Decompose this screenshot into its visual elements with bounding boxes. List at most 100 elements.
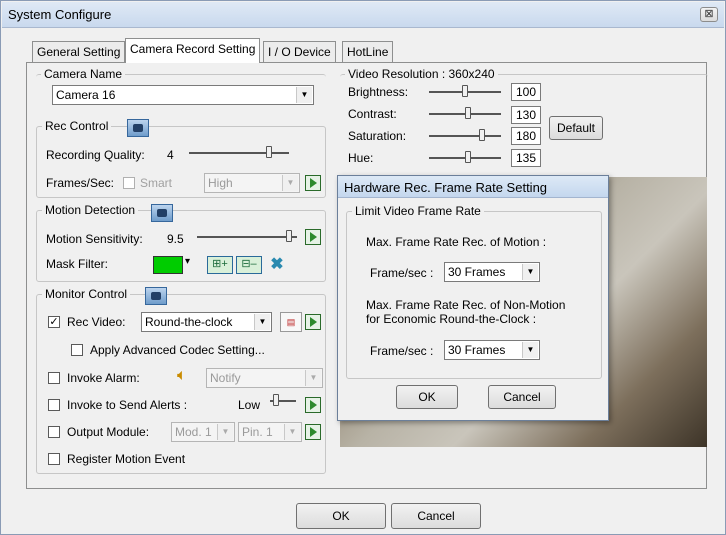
slider-thumb[interactable]	[273, 394, 279, 406]
invoke-alarm-checkbox[interactable]	[48, 372, 60, 384]
monitor-control-legend: Monitor Control	[42, 287, 131, 301]
frames-sec-label: Frames/Sec:	[46, 176, 115, 190]
module-value: Mod. 1	[175, 425, 212, 439]
frames-sec-select[interactable]: High ▼	[204, 173, 300, 193]
slider-thumb[interactable]	[479, 129, 485, 141]
contrast-slider[interactable]	[429, 107, 501, 121]
saturation-slider[interactable]	[429, 129, 501, 143]
slider-thumb[interactable]	[465, 107, 471, 119]
slider-thumb[interactable]	[462, 85, 468, 97]
pin-select[interactable]: Pin. 1 ▼	[238, 422, 302, 442]
send-alerts-play-icon[interactable]	[305, 397, 321, 413]
add-mask-icon[interactable]: ⊞+	[207, 256, 233, 274]
dialog-ok-button[interactable]: OK	[396, 385, 458, 409]
smart-label: Smart	[140, 176, 173, 190]
hue-slider[interactable]	[429, 151, 501, 165]
motion-fps-select[interactable]: 30 Frames ▼	[444, 262, 540, 282]
title-bar: System Configure ⊠	[2, 2, 724, 28]
chevron-down-icon: ▼	[254, 314, 270, 330]
motion-frame-rate-label: Max. Frame Rate Rec. of Motion :	[366, 235, 547, 249]
close-icon[interactable]: ⊠	[700, 7, 718, 22]
hue-label: Hue:	[348, 151, 374, 165]
brightness-slider[interactable]	[429, 85, 501, 99]
register-motion-label: Register Motion Event	[67, 452, 186, 466]
rec-control-config-icon[interactable]	[127, 119, 149, 137]
remove-mask-icon[interactable]: ⊟–	[236, 256, 262, 274]
rec-video-value: Round-the-clock	[145, 315, 233, 329]
cancel-button[interactable]: Cancel	[391, 503, 481, 529]
output-module-checkbox[interactable]	[48, 426, 60, 438]
nonmotion-fps-select[interactable]: 30 Frames ▼	[444, 340, 540, 360]
output-module-label: Output Module:	[67, 425, 150, 439]
chevron-down-icon: ▼	[284, 424, 300, 440]
nonmotion-fps-value: 30 Frames	[448, 343, 506, 357]
tab-hotline[interactable]: HotLine	[342, 41, 394, 63]
rec-video-play-icon[interactable]	[305, 314, 321, 330]
advanced-codec-checkbox[interactable]	[71, 344, 83, 356]
schedule-icon[interactable]: ▤	[280, 312, 302, 332]
ok-button[interactable]: OK	[296, 503, 386, 529]
motion-sensitivity-play-icon[interactable]	[305, 229, 321, 245]
module-select[interactable]: Mod. 1 ▼	[171, 422, 235, 442]
hue-input[interactable]: 135	[511, 149, 541, 167]
slider-thumb[interactable]	[286, 230, 292, 242]
slider-track	[197, 236, 297, 238]
alarm-select[interactable]: Notify ▼	[206, 368, 323, 388]
send-alerts-label: Invoke to Send Alerts :	[67, 398, 188, 412]
brightness-label: Brightness:	[348, 85, 409, 99]
tab-camera-record-setting[interactable]: Camera Record Setting	[125, 38, 261, 63]
output-module-play-icon[interactable]	[305, 424, 321, 440]
tab-general-setting[interactable]: General Setting	[32, 41, 126, 63]
frames-sec-value: High	[208, 176, 233, 190]
chevron-down-icon: ▼	[296, 87, 312, 103]
limit-frame-rate-legend: Limit Video Frame Rate	[352, 204, 484, 218]
rec-video-label: Rec Video:	[67, 315, 126, 329]
rec-video-checkbox[interactable]: ✓	[48, 316, 60, 328]
nonmotion-frame-rate-label: Max. Frame Rate Rec. of Non-Motion	[366, 298, 566, 312]
dialog-cancel-button[interactable]: Cancel	[488, 385, 556, 409]
nonmotion-frame-rate-label-2: for Economic Round-the-Clock :	[366, 312, 537, 326]
send-alerts-checkbox[interactable]	[48, 399, 60, 411]
clear-mask-icon[interactable]: ✖	[266, 256, 288, 274]
recording-quality-slider[interactable]	[189, 146, 289, 160]
alerts-level-slider[interactable]	[270, 394, 296, 408]
motion-sensitivity-slider[interactable]	[197, 230, 297, 244]
check-icon: ✓	[49, 316, 59, 328]
system-configure-window: System Configure ⊠ General Setting Camer…	[0, 0, 726, 535]
slider-track	[429, 135, 501, 137]
chevron-down-icon: ▼	[282, 175, 298, 191]
speaker-icon: 🔈︎	[177, 367, 187, 384]
default-button[interactable]: Default	[549, 116, 603, 140]
recording-quality-label: Recording Quality:	[46, 148, 145, 162]
smart-checkbox[interactable]	[123, 177, 135, 189]
rec-control-legend: Rec Control	[42, 119, 112, 133]
nonmotion-fps-label: Frame/sec :	[370, 344, 434, 358]
brightness-input[interactable]: 100	[511, 83, 541, 101]
advanced-codec-label: Apply Advanced Codec Setting...	[90, 343, 265, 357]
contrast-label: Contrast:	[348, 107, 397, 121]
recording-quality-value: 4	[167, 148, 174, 162]
tab-io-device[interactable]: I / O Device	[263, 41, 336, 63]
motion-detection-config-icon[interactable]	[151, 204, 173, 222]
pin-value: Pin. 1	[242, 425, 273, 439]
monitor-control-config-icon[interactable]	[145, 287, 167, 305]
slider-track	[189, 152, 289, 154]
mask-filter-label: Mask Filter:	[46, 257, 109, 271]
saturation-input[interactable]: 180	[511, 127, 541, 145]
rec-video-select[interactable]: Round-the-clock ▼	[141, 312, 272, 332]
alerts-level-label: Low	[238, 398, 261, 412]
motion-sensitivity-value: 9.5	[167, 232, 184, 246]
frames-sec-play-icon[interactable]	[305, 175, 321, 191]
dialog-title: Hardware Rec. Frame Rate Setting	[344, 180, 548, 195]
contrast-input[interactable]: 130	[511, 106, 541, 124]
register-motion-checkbox[interactable]	[48, 453, 60, 465]
slider-thumb[interactable]	[266, 146, 272, 158]
motion-fps-label: Frame/sec :	[370, 266, 434, 280]
saturation-label: Saturation:	[348, 129, 407, 143]
slider-thumb[interactable]	[465, 151, 471, 163]
camera-name-legend: Camera Name	[41, 67, 126, 81]
camera-name-select[interactable]: Camera 16 ▼	[52, 85, 314, 105]
chevron-down-icon: ▼	[522, 264, 538, 280]
mask-color-dropdown-icon[interactable]: ▾	[185, 256, 190, 267]
mask-color-swatch[interactable]	[153, 256, 183, 274]
